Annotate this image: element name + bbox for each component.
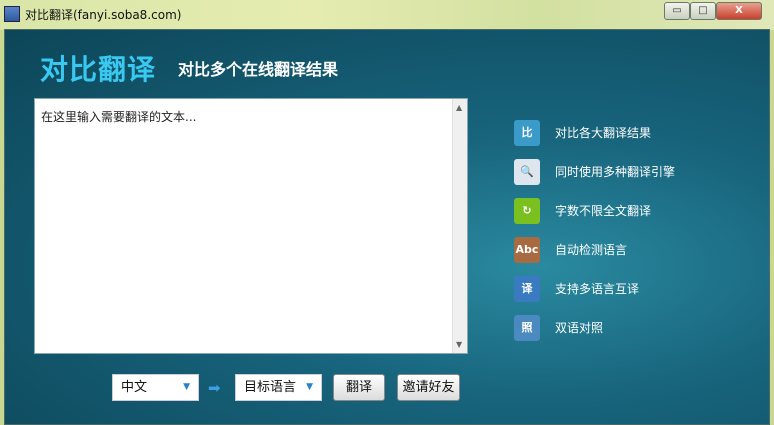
calendar-translate-icon: 译 [514, 275, 540, 302]
source-language-select[interactable]: 中文 ▼ [112, 374, 199, 401]
compare-icon: 比 [514, 119, 540, 146]
feature-label: 对比各大翻译结果 [555, 126, 652, 140]
chevron-down-icon: ▼ [306, 382, 313, 392]
target-language-select[interactable]: 目标语言 ▼ [235, 374, 322, 401]
bilingual-icon: 照 [514, 314, 540, 341]
feature-label: 自动检测语言 [555, 243, 628, 257]
feature-item: 照 双语对照 [514, 308, 675, 347]
feature-item: 🔍 同时使用多种翻译引擎 [514, 152, 675, 191]
feature-item: Abc 自动检测语言 [514, 230, 675, 269]
close-button[interactable]: X [716, 2, 762, 20]
title-bar: 对比翻译(fanyi.soba8.com) ▭ □ X [0, 0, 774, 30]
input-placeholder: 在这里输入需要翻译的文本... [41, 110, 197, 124]
scroll-down-icon[interactable]: ▼ [456, 340, 462, 349]
window-title: 对比翻译(fanyi.soba8.com) [25, 8, 182, 22]
translate-button[interactable]: 翻译 [333, 374, 385, 401]
slogan: 对比多个在线翻译结果 [178, 60, 339, 79]
source-text-input[interactable]: 在这里输入需要翻译的文本... ▲ ▼ [34, 98, 468, 354]
logo: 对比翻译 [40, 53, 157, 86]
scroll-up-icon[interactable]: ▲ [456, 103, 462, 112]
invite-friends-button[interactable]: 邀请好友 [397, 374, 460, 401]
chevron-down-icon: ▼ [183, 382, 190, 392]
app-icon [4, 6, 20, 22]
feature-list: 比 对比各大翻译结果 🔍 同时使用多种翻译引擎 ↻ 字数不限全文翻译 Abc 自动检测语言译 支… [514, 113, 675, 347]
scrollbar[interactable]: ▲ ▼ [452, 99, 467, 353]
target-language-value: 目标语言 [244, 380, 297, 395]
refresh-arrow-icon: ↻ [514, 197, 540, 224]
feature-label: 双语对照 [555, 321, 604, 335]
maximize-button[interactable]: □ [690, 2, 716, 20]
feature-label: 支持多语言互译 [555, 282, 640, 296]
magnifier-document-icon: 🔍 [514, 158, 540, 185]
feature-item: ↻ 字数不限全文翻译 [514, 191, 675, 230]
feature-label: 字数不限全文翻译 [555, 204, 652, 218]
source-language-value: 中文 [121, 380, 148, 395]
book-icon: Abc [514, 236, 540, 263]
feature-label: 同时使用多种翻译引擎 [555, 165, 676, 179]
minimize-button[interactable]: ▭ [664, 2, 690, 20]
feature-item: 译 支持多语言互译 [514, 269, 675, 308]
arrow-right-icon: ➡ [208, 379, 221, 397]
feature-item: 比 对比各大翻译结果 [514, 113, 675, 152]
